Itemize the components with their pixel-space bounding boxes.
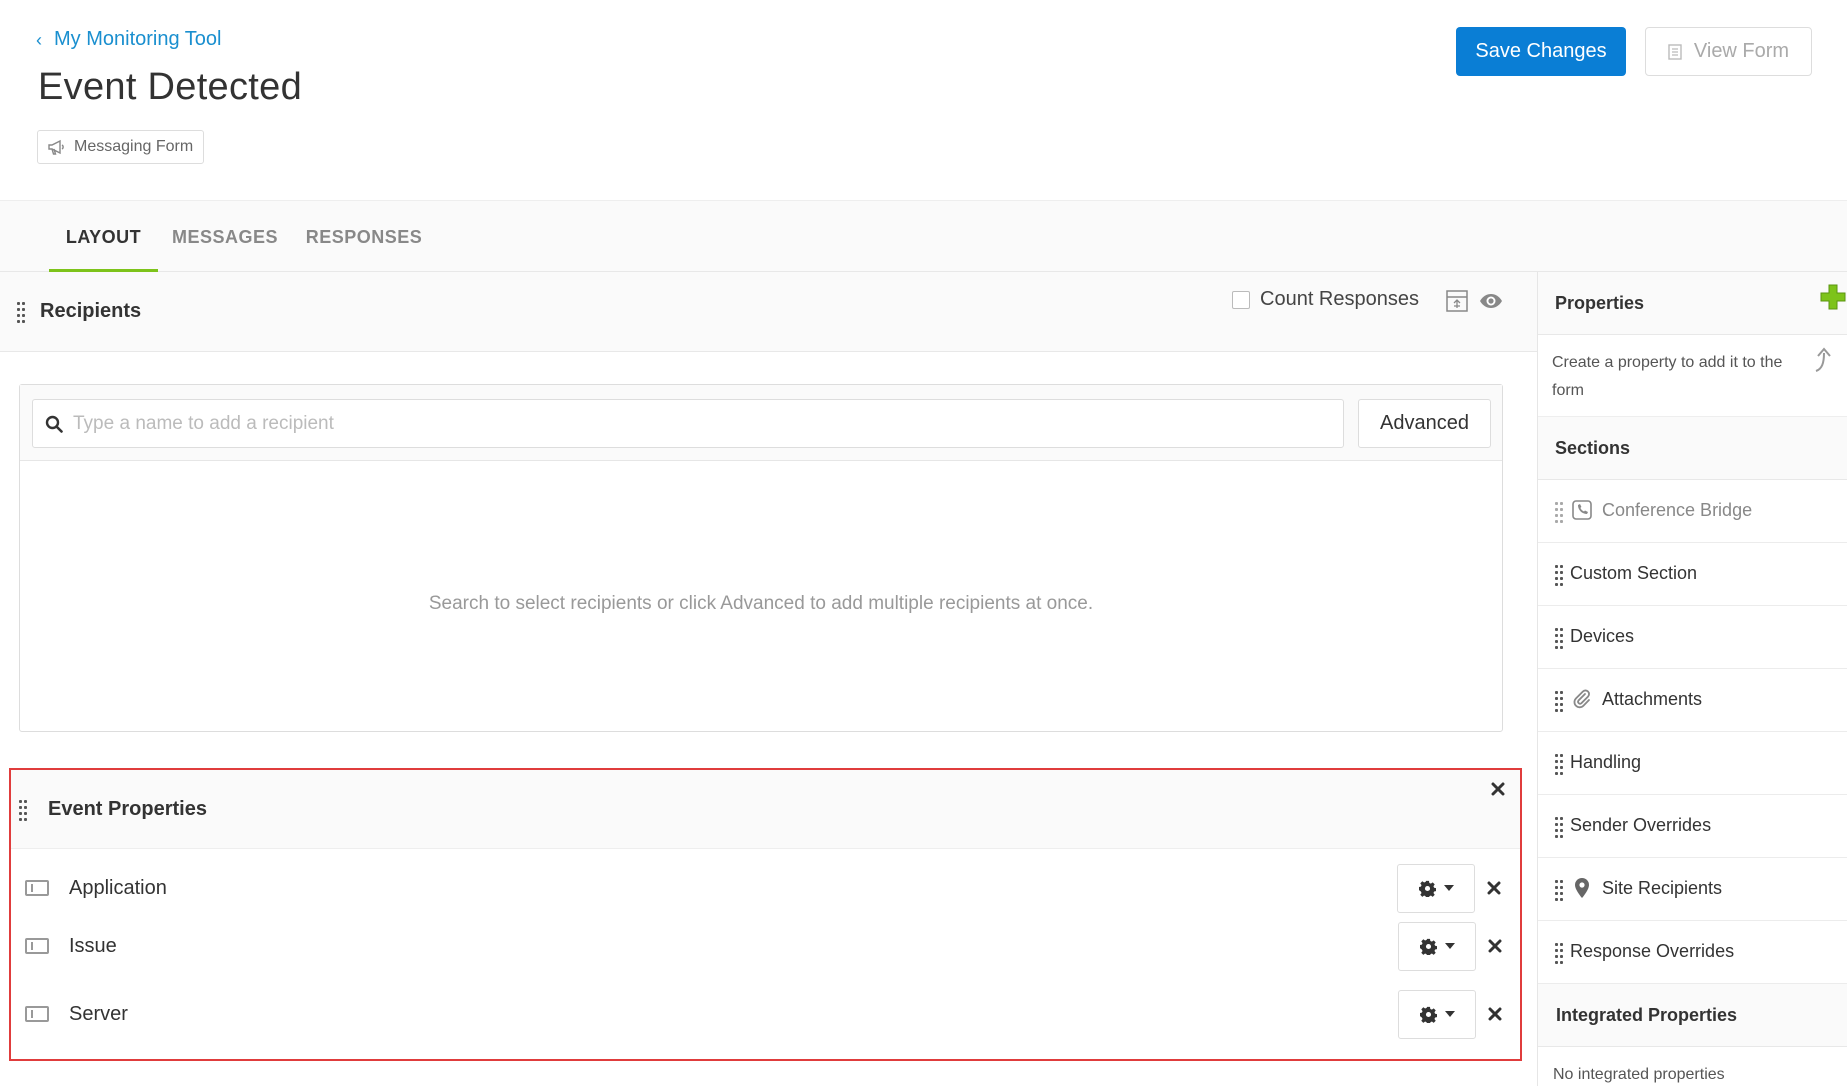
event-properties-section: Event Properties Application Issue Serve… [9,768,1522,1061]
view-form-button[interactable]: View Form [1645,27,1812,76]
drag-handle-icon[interactable] [1555,754,1565,775]
section-label: Sender Overrides [1570,815,1712,835]
recipients-title: Recipients [40,300,142,322]
section-label: Site Recipients [1602,878,1723,898]
page-title: Event Detected [38,66,303,108]
drag-handle-icon[interactable] [17,302,27,323]
document-icon [1668,43,1682,60]
property-settings-button[interactable] [1397,863,1475,913]
property-label: Issue [69,934,117,957]
remove-property-icon[interactable] [1488,939,1502,953]
sections-title: Sections [1555,438,1631,458]
megaphone-icon [48,139,64,155]
drag-handle-icon[interactable] [19,800,29,821]
section-label: Devices [1570,626,1635,646]
paperclip-icon [1573,689,1590,709]
drag-handle-icon[interactable] [1555,628,1565,649]
breadcrumb[interactable]: ‹ My Monitoring Tool [36,28,221,51]
drag-handle-icon[interactable] [1555,880,1565,901]
recipient-toolbar: Advanced [20,385,1502,461]
search-icon [45,415,63,433]
drag-handle-icon[interactable] [1555,817,1565,838]
section-label: Response Overrides [1570,941,1735,961]
property-settings-button[interactable] [1398,989,1476,1039]
section-item-response-overrides[interactable]: Response Overrides [1538,921,1847,984]
count-responses-toggle[interactable]: Count Responses [1232,288,1419,311]
section-label: Attachments [1602,689,1703,709]
drag-handle-icon[interactable] [1555,502,1565,523]
tab-layout[interactable]: LAYOUT [49,201,158,273]
tab-messages[interactable]: MESSAGES [160,201,290,273]
section-item-handling[interactable]: Handling [1538,732,1847,795]
map-pin-icon [1575,878,1589,898]
advanced-button[interactable]: Advanced [1358,399,1491,448]
text-field-icon [25,880,49,896]
property-label: Server [69,1002,128,1025]
breadcrumb-link[interactable]: My Monitoring Tool [54,28,221,51]
recipients-panel: Advanced Search to select recipients or … [19,384,1503,732]
property-label: Application [69,876,167,899]
chevron-down-icon [1443,885,1454,891]
chevron-down-icon [1444,1011,1455,1017]
section-item-attachments[interactable]: Attachments [1538,669,1847,732]
drag-handle-icon[interactable] [1555,943,1565,964]
gear-icon [1419,1006,1437,1023]
gear-icon [1419,938,1437,955]
recipients-empty-message: Search to select recipients or click Adv… [428,593,1094,614]
recipient-search-box[interactable] [32,399,1344,448]
remove-property-icon[interactable] [1488,1007,1502,1021]
form-type-label: Messaging Form [74,138,194,155]
property-settings-button[interactable] [1398,921,1476,971]
properties-title: Properties [1555,293,1645,313]
tab-responses[interactable]: RESPONSES [296,201,432,273]
arrow-up-right-icon [1815,347,1831,372]
chevron-down-icon [1444,943,1455,949]
recipient-search-input[interactable] [73,412,1323,435]
properties-description: Create a property to add it to the form [1538,335,1847,417]
section-item-sender-overrides[interactable]: Sender Overrides [1538,795,1847,858]
properties-help-text: Create a property to add it to the form [1552,354,1783,399]
section-item-conference-bridge[interactable]: Conference Bridge [1538,480,1847,543]
gear-icon [1418,880,1436,897]
properties-header: Properties [1538,272,1847,335]
text-field-icon [25,938,49,954]
close-icon[interactable] [1491,782,1505,796]
calculator-icon[interactable] [1446,290,1468,312]
recipients-section-header: Recipients Count Responses [0,272,1537,352]
property-row-issue: Issue [11,912,1520,980]
chevron-left-icon: ‹ [36,29,42,50]
property-row-server: Server [11,980,1520,1048]
text-field-icon [25,1006,49,1022]
form-builder-sidebar: Properties Create a property to add it t… [1537,272,1847,1086]
integrated-properties-header: Integrated Properties [1538,984,1847,1047]
section-label: Handling [1570,752,1642,772]
drag-handle-icon[interactable] [1555,565,1565,586]
phone-icon [1572,500,1592,520]
event-properties-title: Event Properties [48,798,207,820]
count-responses-label: Count Responses [1260,288,1419,310]
save-changes-button[interactable]: Save Changes [1456,27,1626,76]
integrated-properties-title: Integrated Properties [1556,1005,1738,1025]
count-responses-checkbox[interactable] [1232,290,1250,309]
sections-header: Sections [1538,417,1847,480]
view-form-label: View Form [1693,40,1790,62]
drag-handle-icon[interactable] [1555,691,1565,712]
section-label: Custom Section [1570,563,1698,583]
remove-property-icon[interactable] [1487,881,1501,895]
eye-icon[interactable] [1479,293,1503,309]
form-type-badge: Messaging Form [37,130,205,164]
section-item-devices[interactable]: Devices [1538,606,1847,669]
tab-bar: LAYOUT MESSAGES RESPONSES [0,200,1847,273]
section-item-site-recipients[interactable]: Site Recipients [1538,858,1847,921]
section-label: Conference Bridge [1602,500,1753,520]
add-property-icon[interactable] [1820,284,1846,310]
layout-canvas: Recipients Count Responses Advanced Sear… [0,272,1537,1086]
section-item-custom-section[interactable]: Custom Section [1538,543,1847,606]
event-properties-header: Event Properties [11,770,1520,849]
page-header: ‹ My Monitoring Tool Event Detected Mess… [0,0,1847,200]
integrated-properties-empty: No integrated properties [1553,1066,1725,1083]
